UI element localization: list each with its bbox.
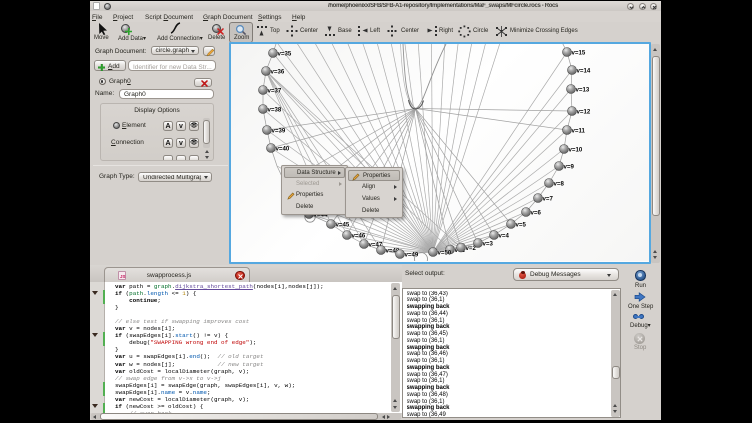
svg-text:v=3: v=3 (483, 241, 494, 248)
svg-text:v=40: v=40 (276, 146, 290, 153)
svg-text:v=5: v=5 (516, 222, 527, 229)
svg-text:v=45: v=45 (336, 222, 350, 229)
svg-text:v=14: v=14 (577, 68, 591, 75)
svg-text:v=50: v=50 (438, 250, 452, 257)
svg-text:v=4: v=4 (499, 233, 510, 240)
svg-text:v=15: v=15 (572, 50, 586, 57)
svg-text:v=13: v=13 (576, 87, 590, 94)
svg-text:v=46: v=46 (352, 233, 366, 240)
svg-text:v=39: v=39 (272, 128, 286, 135)
svg-text:v=38: v=38 (268, 107, 282, 114)
svg-text:v=12: v=12 (577, 109, 591, 116)
svg-text:v=9: v=9 (564, 164, 575, 171)
svg-text:v=36: v=36 (271, 69, 285, 76)
svg-text:v=49: v=49 (405, 252, 419, 259)
svg-text:v=35: v=35 (278, 51, 292, 58)
svg-text:v=7: v=7 (543, 196, 554, 203)
svg-text:v=37: v=37 (268, 88, 282, 95)
svg-text:v=8: v=8 (554, 181, 565, 188)
svg-text:v=10: v=10 (569, 147, 583, 154)
svg-text:v=6: v=6 (531, 210, 542, 217)
svg-text:v=11: v=11 (572, 128, 586, 135)
